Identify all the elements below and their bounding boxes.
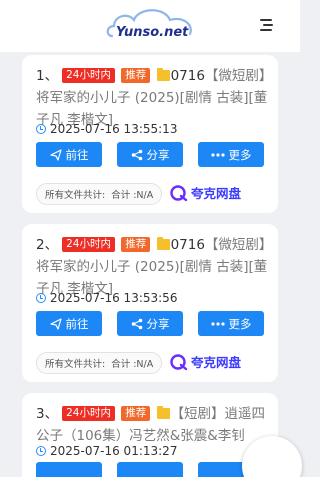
quark-drive-badge: 夸克网盘 bbox=[170, 183, 241, 202]
folder-icon bbox=[156, 237, 170, 250]
share-button[interactable]: 分享 bbox=[117, 311, 183, 336]
share-label: 分享 bbox=[146, 147, 170, 162]
menu-icon bbox=[260, 19, 272, 21]
result-index: 2、 bbox=[36, 237, 59, 253]
quark-logo-icon bbox=[170, 184, 188, 201]
ellipsis-icon bbox=[210, 321, 225, 326]
quark-drive-badge: 夸克网盘 bbox=[170, 352, 241, 371]
share-icon bbox=[131, 318, 142, 329]
more-button[interactable]: 更多 bbox=[198, 311, 264, 336]
result-title[interactable]: 3、 24小时内 推荐 【短剧】逍遥四公子（106集）冯艺然&张震&李钊 bbox=[36, 403, 272, 447]
more-label: 更多 bbox=[228, 147, 252, 162]
title-prefix: 0716 bbox=[170, 68, 205, 84]
send-icon bbox=[49, 317, 62, 330]
ellipsis-icon bbox=[210, 152, 225, 157]
time-text: 2025-07-16 13:53:56 bbox=[50, 291, 178, 305]
file-count-label: 所有文件共计: bbox=[45, 190, 106, 201]
more-label: 更多 bbox=[228, 316, 252, 331]
hot-tag: 24小时内 bbox=[62, 237, 115, 252]
file-count-total: 合计 :N/A bbox=[111, 190, 154, 201]
share-icon bbox=[131, 149, 142, 160]
more-button[interactable]: 更多 bbox=[198, 142, 264, 167]
result-index: 3、 bbox=[36, 406, 59, 422]
file-summary: 所有文件共计: 合计 :N/A bbox=[36, 352, 163, 374]
recommend-tag: 推荐 bbox=[121, 68, 151, 83]
clock-icon bbox=[36, 124, 46, 134]
go-button[interactable] bbox=[36, 462, 102, 477]
folder-icon bbox=[156, 406, 170, 419]
clock-icon bbox=[36, 446, 46, 456]
menu-button[interactable] bbox=[258, 16, 276, 34]
site-logo[interactable]: Yunso.net bbox=[104, 6, 200, 46]
quark-drive-label: 夸克网盘 bbox=[191, 186, 242, 201]
go-button[interactable]: 前往 bbox=[36, 142, 102, 167]
share-button[interactable]: 分享 bbox=[117, 142, 183, 167]
quark-logo-icon bbox=[170, 353, 188, 370]
quark-drive-label: 夸克网盘 bbox=[191, 355, 242, 370]
result-index: 1、 bbox=[36, 68, 59, 84]
recommend-tag: 推荐 bbox=[121, 237, 151, 252]
go-label: 前往 bbox=[65, 147, 89, 162]
hot-tag: 24小时内 bbox=[62, 406, 115, 421]
logo-text: Yunso.net bbox=[116, 25, 189, 40]
recommend-tag: 推荐 bbox=[121, 406, 151, 421]
file-count-label: 所有文件共计: bbox=[45, 359, 106, 370]
file-summary: 所有文件共计: 合计 :N/A bbox=[36, 183, 163, 205]
file-count-total: 合计 :N/A bbox=[111, 359, 154, 370]
hot-tag: 24小时内 bbox=[62, 68, 115, 83]
clock-icon bbox=[36, 293, 46, 303]
result-time: 2025-07-16 13:53:56 bbox=[36, 291, 177, 305]
folder-icon bbox=[156, 68, 170, 81]
header: Yunso.net bbox=[0, 0, 300, 52]
go-label: 前往 bbox=[65, 316, 89, 331]
result-card: 3、 24小时内 推荐 【短剧】逍遥四公子（106集）冯艺然&张震&李钊 2025… bbox=[22, 393, 278, 477]
result-card: 2、 24小时内 推荐 0716【微短剧】将军家的小儿子 (2025)[剧情 古装… bbox=[22, 224, 278, 382]
result-time: 2025-07-16 01:13:27 bbox=[36, 444, 177, 458]
result-time: 2025-07-16 13:55:13 bbox=[36, 122, 177, 136]
time-text: 2025-07-16 13:55:13 bbox=[50, 122, 178, 136]
send-icon bbox=[49, 148, 62, 161]
share-button[interactable] bbox=[117, 462, 183, 477]
time-text: 2025-07-16 01:13:27 bbox=[50, 444, 178, 458]
result-card: 1、 24小时内 推荐 0716【微短剧】将军家的小儿子 (2025)[剧情 古装… bbox=[22, 55, 278, 213]
title-prefix: 0716 bbox=[170, 237, 205, 253]
share-label: 分享 bbox=[146, 316, 170, 331]
go-button[interactable]: 前往 bbox=[36, 311, 102, 336]
